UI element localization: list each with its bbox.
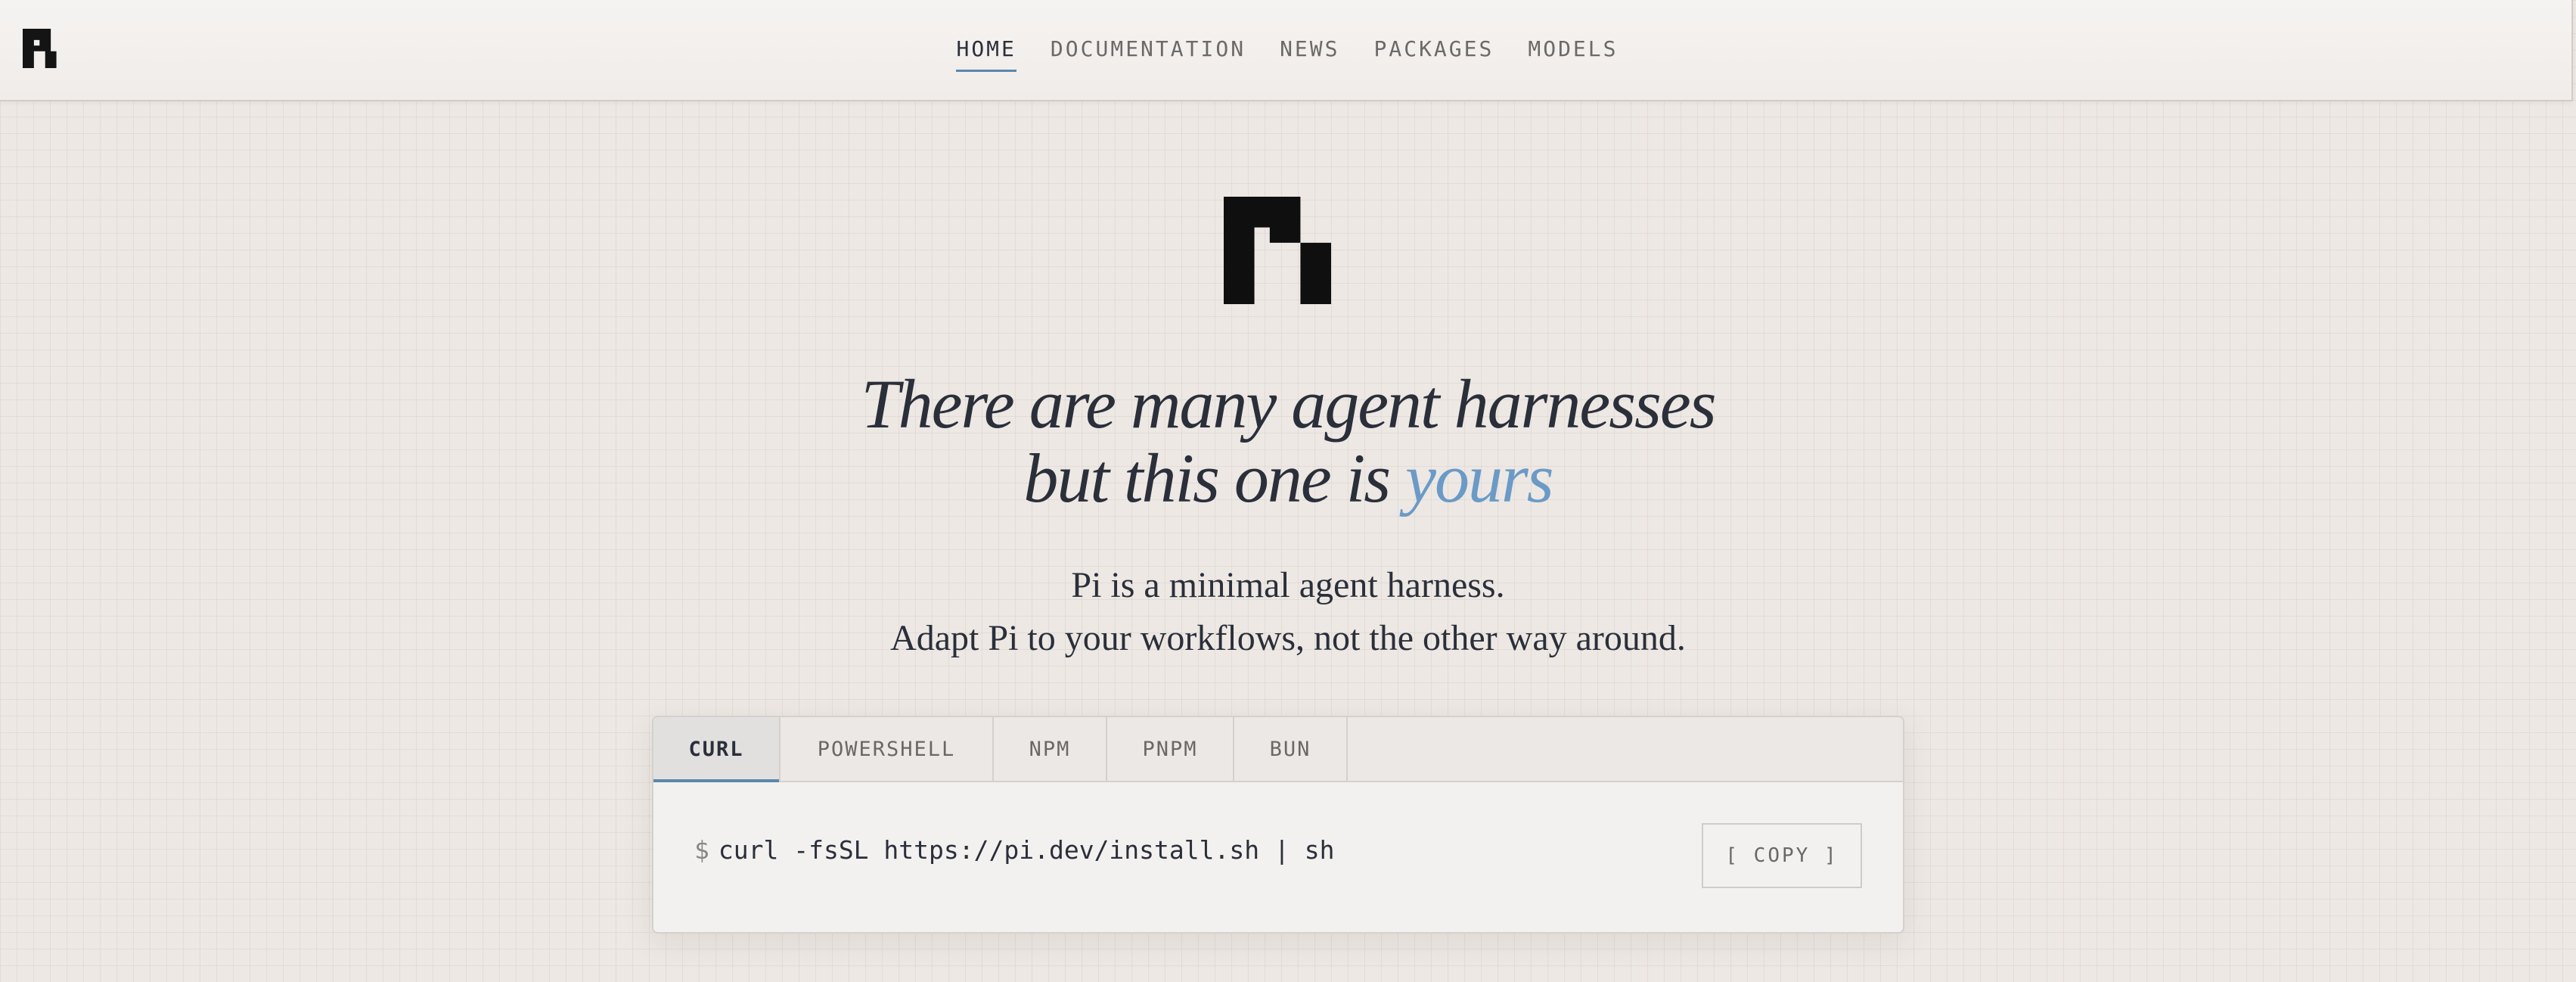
nav-link-home[interactable]: HOME [956,30,1017,72]
command-row: $ curl -fsSL https://pi.dev/install.sh | … [653,782,1903,931]
tab-bun[interactable]: BUN [1234,717,1348,781]
top-nav-bar: HOME DOCUMENTATION NEWS PACKAGES MODELS [0,0,2573,101]
headline-line-1: There are many agent harnesses [861,365,1717,443]
tab-pnpm[interactable]: PNPM [1107,717,1234,781]
hero-subline-1: Pi is a minimal agent harness. [1071,565,1505,605]
tab-npm[interactable]: NPM [994,717,1107,781]
tab-curl[interactable]: CURL [653,717,781,782]
headline-line-2: but this one is [1023,440,1391,517]
nav-link-models[interactable]: MODELS [1528,30,1618,67]
install-tabs: CURL POWERSHELL NPM PNPM BUN [653,717,1903,782]
install-command[interactable]: $ curl -fsSL https://pi.dev/install.sh | … [694,835,1334,865]
tab-powershell[interactable]: POWERSHELL [781,717,994,781]
nav-link-news[interactable]: NEWS [1280,30,1339,67]
main-nav: HOME DOCUMENTATION NEWS PACKAGES MODELS [0,0,2571,97]
copy-button[interactable]: [ COPY ] [1702,823,1862,888]
install-card: CURL POWERSHELL NPM PNPM BUN $ curl -fsSL… [652,716,1904,934]
hero-subline-2: Adapt Pi to your workflows, not the othe… [890,618,1686,658]
hero-headline: There are many agent harnesses but this … [0,367,2576,515]
headline-accent-word: yours [1405,440,1553,517]
pi-hero-logo-icon [1224,197,1331,304]
nav-link-packages[interactable]: PACKAGES [1374,30,1494,67]
nav-link-documentation[interactable]: DOCUMENTATION [1051,30,1246,67]
install-command-text: curl -fsSL https://pi.dev/install.sh | s… [718,835,1335,865]
shell-prompt: $ [694,835,709,865]
